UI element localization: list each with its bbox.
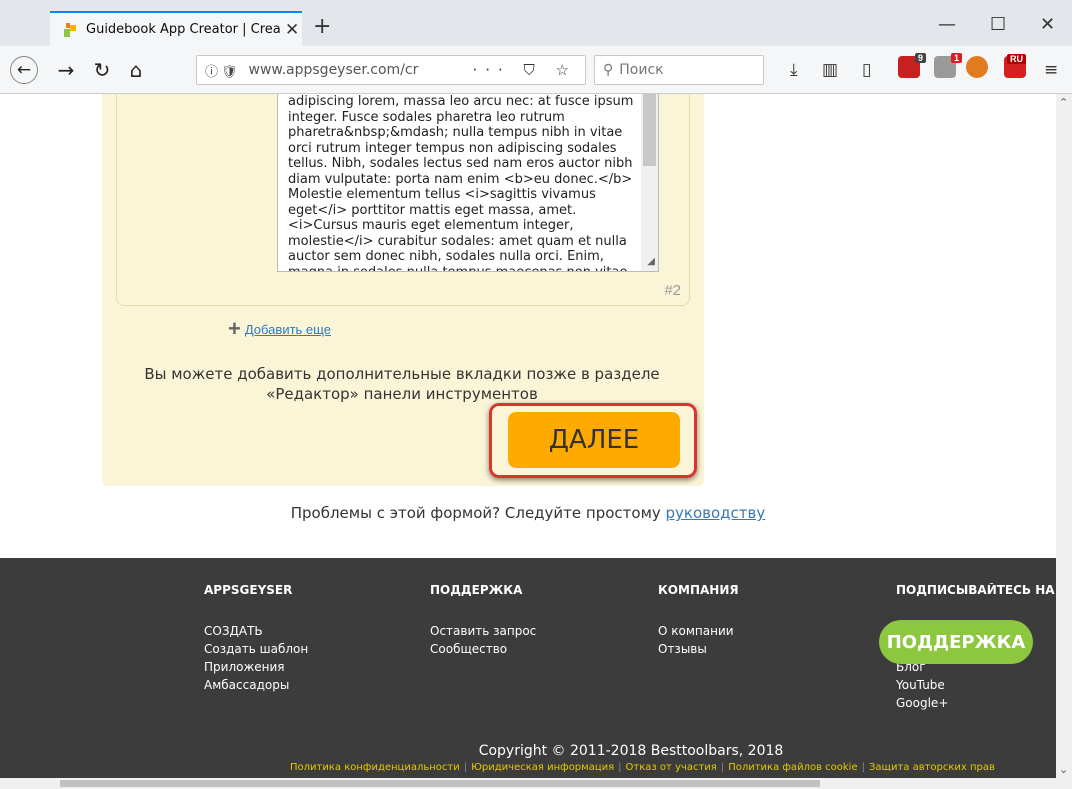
- info-text: Вы можете добавить дополнительные вкладк…: [144, 365, 660, 403]
- ublock-badge: 9: [914, 53, 926, 63]
- opt-out-link[interactable]: Отказ от участия: [626, 762, 717, 773]
- page-horizontal-scrollbar[interactable]: [0, 778, 1072, 789]
- new-tab-button[interactable]: +: [313, 14, 331, 39]
- search-placeholder: Поиск: [619, 62, 664, 78]
- tab-title: Guidebook App Creator | Creat: [86, 22, 281, 37]
- footer-column-support: ПОДДЕРЖКА Оставить запрос Сообщество: [430, 583, 536, 658]
- download-icon[interactable]: ⤓: [790, 60, 798, 80]
- browser-tab[interactable]: Guidebook App Creator | Creat ✕: [50, 11, 302, 46]
- shield-extension-icon[interactable]: 1: [934, 53, 962, 78]
- legal-info-link[interactable]: Юридическая информация: [471, 762, 614, 773]
- footer-column-title: APPSGEYSER: [204, 583, 293, 597]
- footer-column-appsgeyser: APPSGEYSER СОЗДАТЬ Создать шаблон Прилож…: [204, 583, 308, 694]
- plus-icon: +: [228, 316, 241, 341]
- copyright-protection-link[interactable]: Защита авторских прав: [869, 762, 995, 773]
- ru-badge: RU: [1007, 54, 1026, 64]
- footer-link[interactable]: Создать шаблон: [204, 640, 308, 658]
- footer-link-youtube[interactable]: YouTube: [896, 676, 1056, 694]
- search-input[interactable]: ⚲ Поиск: [594, 55, 764, 85]
- footer-legal-links: Политика конфиденциальности | Юридическая …: [290, 762, 995, 773]
- reload-icon[interactable]: ↻: [86, 54, 118, 86]
- browser-titlebar: Guidebook App Creator | Creat ✕ + — ☐ ✕: [0, 0, 1072, 46]
- textarea-scroll-thumb[interactable]: [643, 94, 656, 166]
- help-line: Проблемы с этой формой? Следуйте простом…: [0, 504, 1056, 522]
- sidebar-icon[interactable]: ▯: [862, 60, 871, 80]
- appsgeyser-favicon-icon: [64, 22, 76, 37]
- browser-navbar: ← → ↻ ⌂ ⓘ🛡 www.appsgeyser.com/cr ··· ⛉ ☆…: [0, 46, 1072, 94]
- shield-badge: 1: [950, 53, 962, 63]
- url-text[interactable]: www.appsgeyser.com/cr: [249, 62, 473, 78]
- search-icon: ⚲: [603, 62, 614, 78]
- url-bar[interactable]: ⓘ🛡 www.appsgeyser.com/cr ··· ⛉ ☆: [196, 55, 586, 85]
- home-icon[interactable]: ⌂: [120, 54, 152, 86]
- footer-link-googleplus[interactable]: Google+: [896, 694, 1056, 712]
- site-security-icon[interactable]: ⓘ🛡: [205, 61, 241, 80]
- privacy-policy-link[interactable]: Политика конфиденциальности: [290, 762, 460, 773]
- add-more-link[interactable]: Добавить еще: [245, 322, 331, 337]
- footer-column-company: КОМПАНИЯ О компании Отзывы: [658, 583, 739, 658]
- forward-arrow-icon[interactable]: →: [50, 54, 82, 86]
- support-button[interactable]: ПОДДЕРЖКА: [879, 620, 1033, 664]
- footer-column-title: КОМПАНИЯ: [658, 583, 739, 597]
- tab-editor-box: adipiscing lorem, massa leo arcu nec: at…: [116, 94, 690, 306]
- scroll-up-icon[interactable]: ⌃: [1059, 96, 1068, 109]
- tab-close-icon[interactable]: ✕: [285, 20, 299, 40]
- page-content: adipiscing lorem, massa leo arcu nec: at…: [0, 94, 1056, 778]
- textarea-text: adipiscing lorem, massa leo arcu nec: at…: [288, 94, 634, 272]
- footer: APPSGEYSER СОЗДАТЬ Создать шаблон Прилож…: [0, 558, 1056, 778]
- help-text: Проблемы с этой формой? Следуйте простом…: [290, 504, 666, 522]
- cookie-policy-link[interactable]: Политика файлов cookie: [728, 762, 857, 773]
- footer-link[interactable]: СОЗДАТЬ: [204, 622, 308, 640]
- ublock-extension-icon[interactable]: 9: [898, 53, 926, 78]
- footer-link[interactable]: Сообщество: [430, 640, 536, 658]
- footer-link[interactable]: Амбассадоры: [204, 676, 308, 694]
- add-more-link-row[interactable]: + Добавить еще: [228, 316, 331, 341]
- page-vertical-scrollbar[interactable]: ⌃ ⌄: [1056, 94, 1072, 778]
- copyright-text: Copyright © 2011-2018 Besttoolbars, 2018: [478, 743, 784, 759]
- tab-content-textarea[interactable]: adipiscing lorem, massa leo arcu nec: at…: [277, 94, 659, 272]
- footer-column-title: ПОДПИСЫВАЙТЕСЬ НА НАС: [896, 583, 1056, 597]
- window-close-button[interactable]: ✕: [1040, 14, 1055, 35]
- footer-link[interactable]: Приложения: [204, 658, 308, 676]
- tab-number: #2: [664, 282, 681, 299]
- library-icon[interactable]: ▥: [822, 60, 838, 80]
- menu-icon[interactable]: ≡: [1044, 60, 1058, 80]
- window-maximize-button[interactable]: ☐: [990, 14, 1006, 35]
- page-actions-icon[interactable]: ··· ⛉ ☆: [472, 61, 577, 79]
- resize-grip-icon[interactable]: ◢: [647, 254, 655, 270]
- scroll-down-icon[interactable]: ⌄: [1059, 763, 1068, 776]
- tampermonkey-extension-icon[interactable]: [966, 56, 988, 78]
- horizontal-scroll-thumb[interactable]: [60, 780, 820, 787]
- next-button[interactable]: ДАЛЕЕ: [508, 412, 680, 468]
- footer-column-title: ПОДДЕРЖКА: [430, 583, 523, 597]
- back-arrow-icon[interactable]: ←: [10, 56, 38, 84]
- textarea-scrollbar[interactable]: ◢: [641, 94, 658, 271]
- window-minimize-button[interactable]: —: [938, 14, 956, 35]
- footer-link[interactable]: Оставить запрос: [430, 622, 536, 640]
- footer-link[interactable]: Отзывы: [658, 640, 739, 658]
- ru-extension-icon[interactable]: RU: [1004, 54, 1026, 78]
- guide-link[interactable]: руководству: [666, 504, 766, 522]
- footer-link[interactable]: О компании: [658, 622, 739, 640]
